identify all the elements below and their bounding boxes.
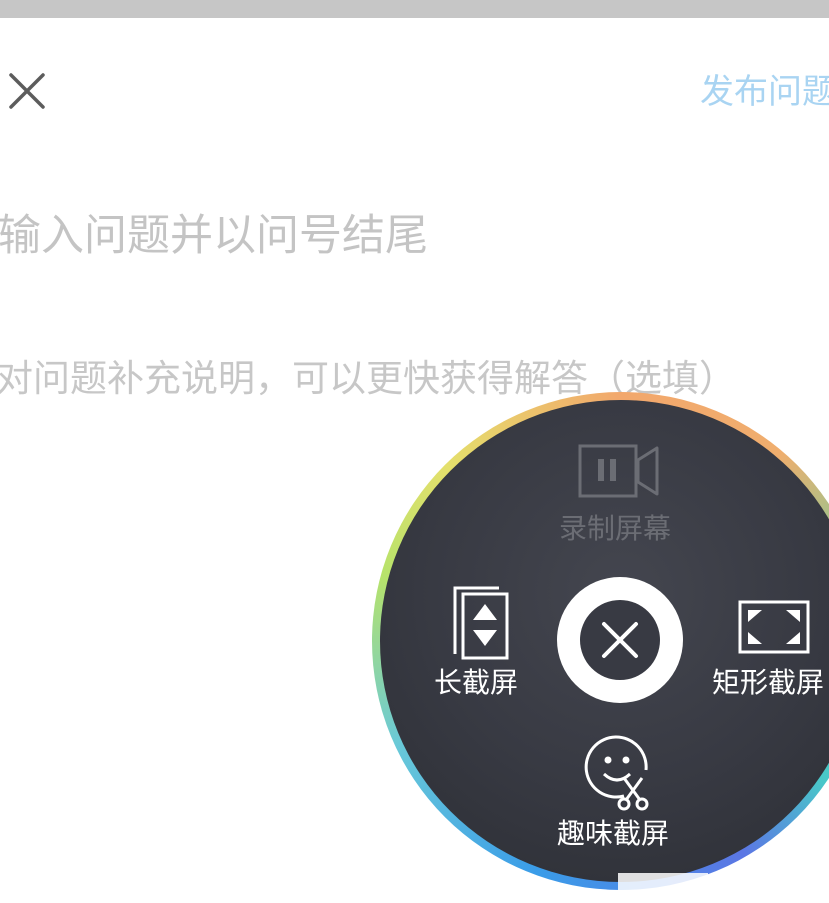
smiley-scissors-icon (584, 735, 649, 811)
question-input[interactable]: 输入问题并以问号结尾 (0, 204, 428, 268)
long-screenshot-label: 长截屏 (434, 666, 519, 699)
fun-screenshot-label: 趣味截屏 (557, 817, 670, 850)
publish-button[interactable]: 发布问题 (700, 68, 829, 116)
menu-close-button[interactable] (580, 600, 660, 680)
status-bar (0, 0, 829, 18)
rect-screenshot-button[interactable] (738, 600, 810, 658)
long-screenshot-icon (453, 586, 509, 660)
rect-screenshot-label: 矩形截屏 (712, 666, 825, 699)
close-icon (9, 73, 45, 109)
close-icon (602, 622, 638, 658)
video-camera-pause-icon (578, 444, 659, 498)
close-button[interactable] (2, 66, 50, 114)
rect-screenshot-icon (738, 600, 810, 654)
record-screen-label: 录制屏幕 (559, 512, 672, 545)
record-screen-button[interactable] (578, 444, 660, 502)
long-screenshot-button[interactable] (449, 584, 513, 666)
watermark (618, 873, 708, 903)
fun-screenshot-button[interactable] (584, 734, 656, 816)
